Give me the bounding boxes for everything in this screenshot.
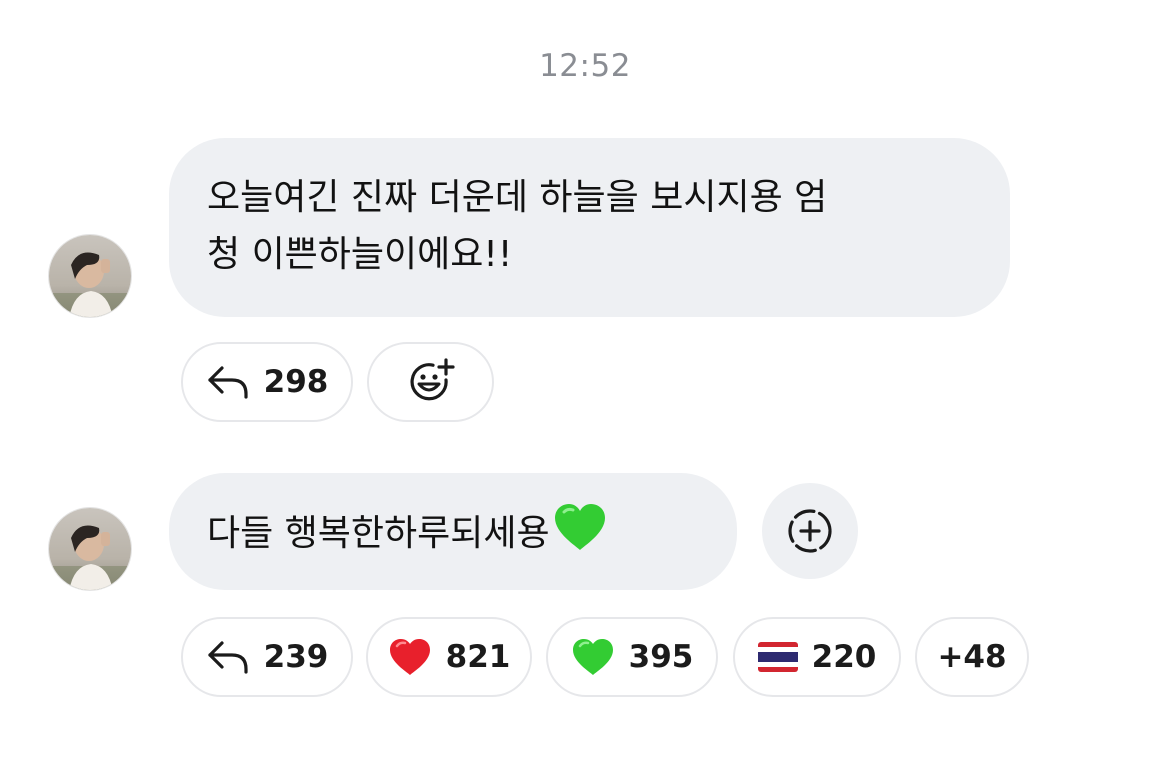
message-text-line: 청 이쁜하늘이에요!! bbox=[207, 234, 513, 275]
add-circle-icon bbox=[785, 506, 835, 556]
avatar-photo bbox=[49, 235, 131, 317]
more-reactions-count: +48 bbox=[937, 638, 1007, 675]
reply-button[interactable]: 239 bbox=[181, 617, 353, 697]
message-text: 다들 행복한하루되세용 bbox=[207, 513, 550, 554]
thailand-flag-icon bbox=[757, 642, 798, 672]
green-heart-icon bbox=[552, 502, 608, 569]
reaction-thailand-flag[interactable]: 220 bbox=[733, 617, 901, 697]
green-heart-icon bbox=[571, 637, 615, 677]
red-heart-icon bbox=[388, 637, 432, 677]
reply-button[interactable]: 298 bbox=[181, 342, 353, 422]
add-reaction-circle-button[interactable] bbox=[762, 483, 858, 579]
reaction-red-heart[interactable]: 821 bbox=[366, 617, 532, 697]
add-reaction-button[interactable] bbox=[367, 342, 494, 422]
reaction-green-heart[interactable]: 395 bbox=[546, 617, 718, 697]
message-timestamp: 12:52 bbox=[539, 48, 631, 84]
message-bubble[interactable]: 오늘여긴 진짜 더운데 하늘을 보시지용 엄 청 이쁜하늘이에요!! bbox=[169, 138, 1010, 317]
reaction-count: 220 bbox=[811, 638, 877, 675]
message-bubble[interactable]: 다들 행복한하루되세용 bbox=[169, 473, 737, 590]
add-emoji-icon bbox=[405, 356, 457, 408]
message-text-line: 오늘여긴 진짜 더운데 하늘을 보시지용 엄 bbox=[207, 177, 828, 218]
reply-arrow-icon bbox=[206, 364, 250, 400]
reply-count: 239 bbox=[263, 638, 329, 675]
chat-screen: 12:52 오늘여긴 진짜 더운데 하늘을 보시지용 엄 청 이쁜하늘이에요!! bbox=[0, 0, 1170, 763]
sender-avatar[interactable] bbox=[48, 507, 132, 591]
reply-count: 298 bbox=[263, 363, 329, 400]
sender-avatar[interactable] bbox=[48, 234, 132, 318]
avatar-photo bbox=[49, 508, 131, 590]
more-reactions-button[interactable]: +48 bbox=[915, 617, 1029, 697]
reply-arrow-icon bbox=[206, 639, 250, 675]
reaction-count: 821 bbox=[445, 638, 511, 675]
reaction-count: 395 bbox=[628, 638, 694, 675]
